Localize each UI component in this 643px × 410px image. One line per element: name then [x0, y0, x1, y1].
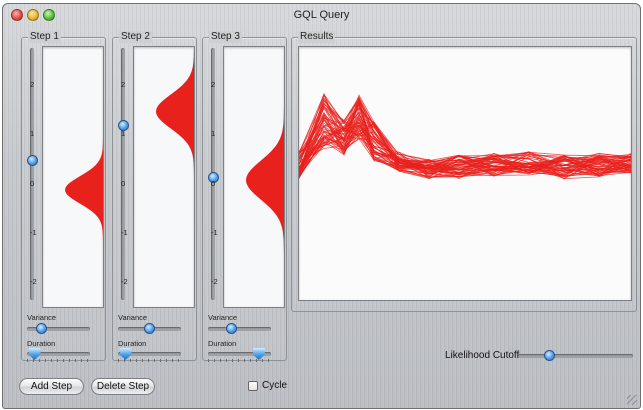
- step-2-duration-slider[interactable]: [118, 348, 181, 362]
- step-1-duration-label: Duration: [27, 339, 56, 348]
- step-3-variance-slider[interactable]: [208, 323, 271, 335]
- step-1-distribution-svg: [65, 47, 103, 307]
- resize-grip-icon[interactable]: [627, 395, 637, 405]
- step-1-variance-slider[interactable]: [27, 323, 90, 335]
- step-1-distribution-plot: [42, 46, 104, 308]
- step-1-gaussian-fill: [65, 47, 103, 307]
- step-3-duration-ticks: [208, 359, 271, 362]
- step-3-variance-knob[interactable]: [226, 323, 238, 334]
- step-2-duration-label: Duration: [118, 339, 147, 348]
- step-2-distribution-plot: [133, 46, 195, 308]
- cycle-checkbox[interactable]: [248, 381, 258, 391]
- step-3-group: Step 3 2 1 0 -1 -2 Variance Duration: [202, 31, 287, 362]
- title-bar[interactable]: GQL Query: [3, 4, 640, 26]
- step-2-title: Step 2: [119, 31, 152, 43]
- step-1-title: Step 1: [28, 31, 61, 43]
- likelihood-cutoff-track: [518, 354, 633, 358]
- step-1-mean-knob[interactable]: [27, 154, 38, 166]
- step-1-variance-knob[interactable]: [36, 323, 48, 334]
- step-2-variance-knob[interactable]: [144, 323, 155, 334]
- step-3-variance-track: [208, 327, 271, 331]
- cycle-label: Cycle: [262, 380, 288, 391]
- likelihood-cutoff-label: Likelihood Cutoff: [445, 350, 520, 361]
- window-title: GQL Query: [293, 9, 350, 21]
- step-2-distribution-svg: [156, 47, 194, 307]
- step-1-variance-label: Variance: [27, 313, 57, 322]
- results-group: Results: [291, 31, 637, 312]
- add-step-button[interactable]: Add Step: [19, 378, 84, 395]
- step-3-distribution-svg: [246, 47, 284, 307]
- step-3-gaussian-fill: [246, 47, 284, 307]
- likelihood-cutoff-knob[interactable]: [543, 350, 555, 361]
- results-plot: [298, 46, 632, 301]
- step-3-title: Step 3: [209, 31, 242, 43]
- step-1-group: Step 1 2 1 0 -1 -2 Variance Duration: [21, 31, 106, 362]
- gql-query-window: GQL Query Step 1 2 1 0 -1 -2 Variance Du…: [2, 3, 641, 409]
- delete-step-button[interactable]: Delete Step: [91, 378, 155, 395]
- step-2-variance-label: Variance: [118, 313, 148, 322]
- step-1-duration-slider[interactable]: [27, 348, 90, 362]
- step-2-variance-slider[interactable]: [118, 323, 181, 335]
- step-2-duration-ticks: [118, 359, 181, 362]
- step-2-group: Step 2 2 1 0 -1 -2 Variance Duration: [112, 31, 197, 362]
- likelihood-cutoff-slider[interactable]: [518, 350, 633, 362]
- step-3-duration-slider[interactable]: [208, 348, 271, 362]
- step-2-gaussian-fill: [156, 47, 194, 307]
- results-title: Results: [298, 31, 336, 43]
- step-1-duration-ticks: [27, 359, 90, 362]
- step-3-distribution-plot: [223, 46, 285, 308]
- step-3-variance-label: Variance: [208, 313, 238, 322]
- step-3-duration-label: Duration: [208, 339, 237, 348]
- results-trajectories-svg: [299, 92, 631, 180]
